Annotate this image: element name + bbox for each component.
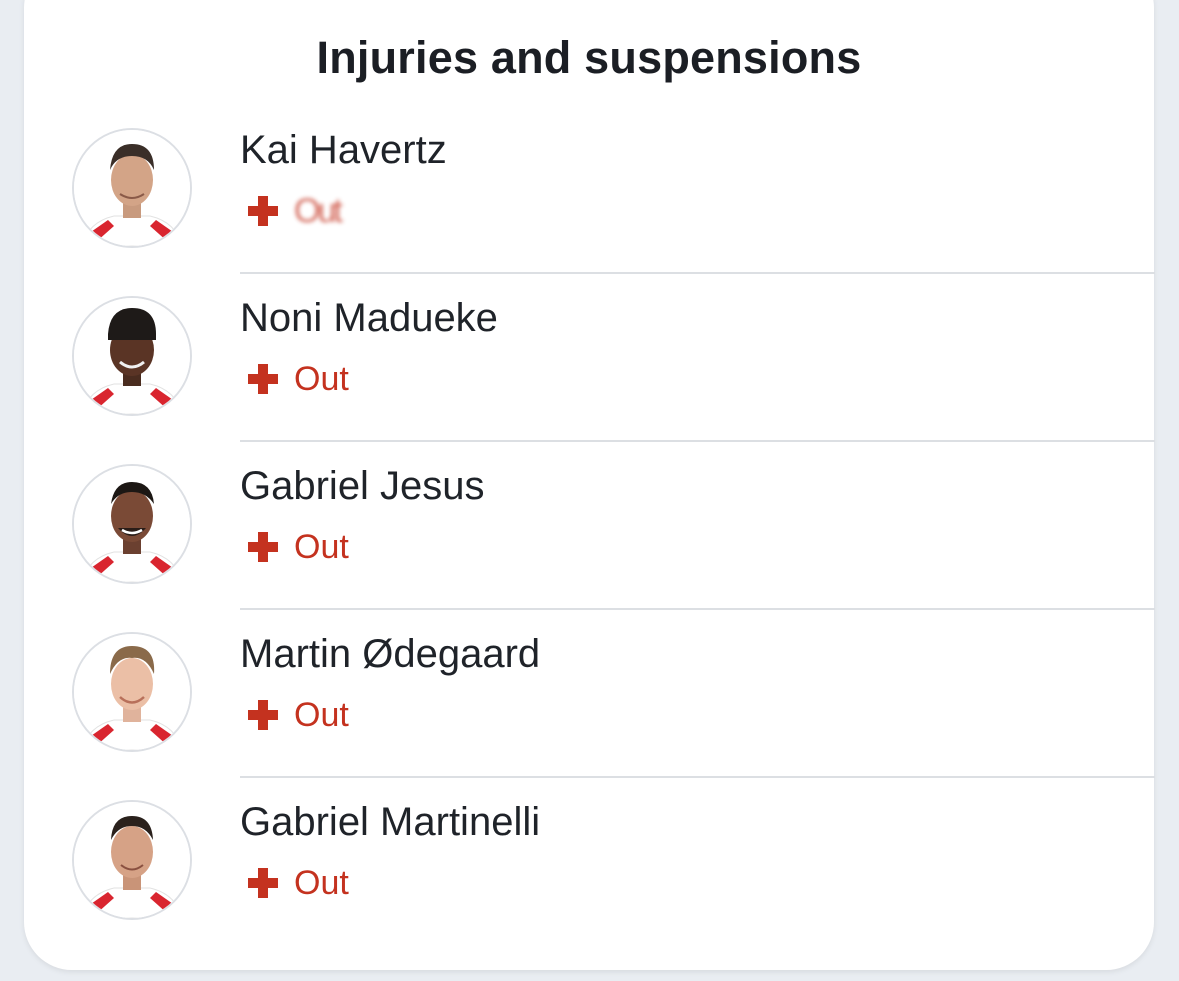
- player-avatar: [72, 632, 192, 752]
- player-status: Out: [248, 357, 349, 401]
- status-label: Out: [294, 863, 349, 902]
- player-avatar: [72, 296, 192, 416]
- medical-cross-icon: [248, 532, 278, 562]
- player-row[interactable]: Noni Madueke Out: [24, 274, 1155, 442]
- status-label: Out: [294, 527, 349, 566]
- player-name: Martin Ødegaard: [240, 632, 541, 676]
- status-label: Out: [294, 695, 349, 734]
- player-name: Noni Madueke: [240, 296, 498, 340]
- medical-cross-icon: [248, 868, 278, 898]
- status-label: Out: [294, 191, 343, 230]
- player-row[interactable]: Martin Ødegaard Out: [24, 610, 1155, 778]
- medical-cross-icon: [248, 196, 278, 226]
- player-row[interactable]: Gabriel Martinelli Out: [24, 778, 1155, 946]
- player-row[interactable]: Kai Havertz Out: [24, 106, 1155, 274]
- player-status: Out: [248, 861, 349, 905]
- section-title: Injuries and suspensions: [316, 32, 862, 83]
- player-name: Gabriel Martinelli: [240, 800, 541, 844]
- medical-cross-icon: [248, 364, 278, 394]
- medical-cross-icon: [248, 700, 278, 730]
- player-status: Out: [248, 693, 349, 737]
- player-name: Kai Havertz: [240, 128, 447, 172]
- player-name: Gabriel Jesus: [240, 464, 485, 508]
- player-status: Out: [248, 189, 343, 233]
- player-status: Out: [248, 525, 349, 569]
- player-avatar: [72, 128, 192, 248]
- status-label: Out: [294, 359, 349, 398]
- player-avatar: [72, 464, 192, 584]
- player-row[interactable]: Gabriel Jesus Out: [24, 442, 1155, 610]
- player-avatar: [72, 800, 192, 920]
